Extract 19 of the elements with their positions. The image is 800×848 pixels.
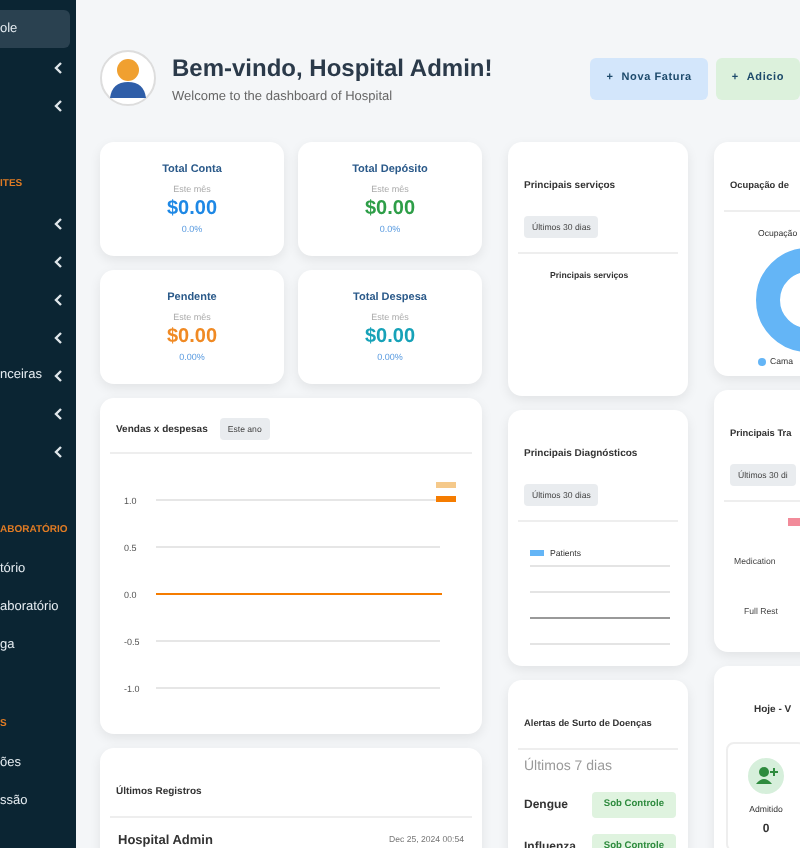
chevron-icon (54, 331, 62, 343)
stat-value: $0.00 (364, 326, 416, 348)
bar-icon (788, 518, 800, 526)
chevron-icon (54, 407, 62, 419)
stat-value: $0.00 (166, 326, 218, 348)
chevron-icon (54, 255, 62, 267)
legend-swatch (530, 550, 544, 556)
chevron-icon (54, 217, 62, 229)
welcome-title: Bem-vindo, Hospital Admin! (172, 53, 493, 81)
chevron-icon (54, 293, 62, 305)
chevron-icon (54, 99, 62, 111)
chevron-icon (54, 445, 62, 457)
stat-value: $0.00 (166, 198, 218, 220)
legend-dot (758, 357, 766, 365)
chevron-icon (54, 61, 62, 73)
avatar-icon (100, 50, 156, 106)
stat-value: $0.00 (364, 198, 416, 220)
chevron-icon (54, 369, 62, 381)
add-user-icon (748, 758, 784, 794)
